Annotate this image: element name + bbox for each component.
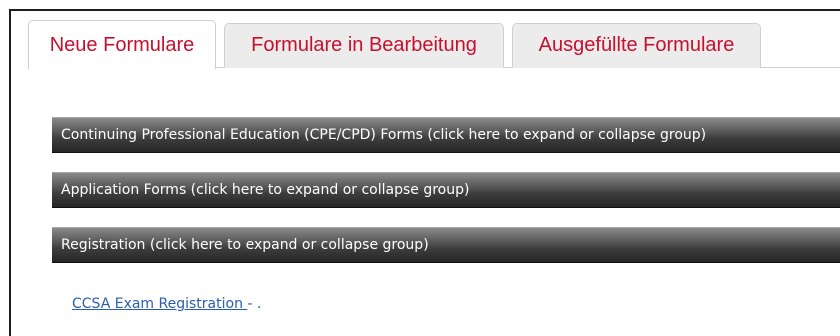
- group-header-application-forms[interactable]: Application Forms (click here to expand …: [52, 172, 840, 208]
- forms-tab-bar: Neue Formulare Formulare in Bearbeitung …: [28, 19, 840, 69]
- registration-form-item: CCSA Exam Registration - .: [72, 296, 261, 312]
- ccsa-exam-registration-link[interactable]: CCSA Exam Registration: [72, 296, 247, 312]
- tab-new-forms[interactable]: Neue Formulare: [28, 20, 216, 69]
- group-header-cpe-forms[interactable]: Continuing Professional Education (CPE/C…: [52, 117, 840, 153]
- tab-forms-in-progress[interactable]: Formulare in Bearbeitung: [224, 23, 504, 68]
- tab-completed-forms[interactable]: Ausgefüllte Formulare: [512, 23, 761, 68]
- group-header-registration[interactable]: Registration (click here to expand or co…: [52, 227, 840, 263]
- link-suffix-text: - .: [247, 296, 262, 312]
